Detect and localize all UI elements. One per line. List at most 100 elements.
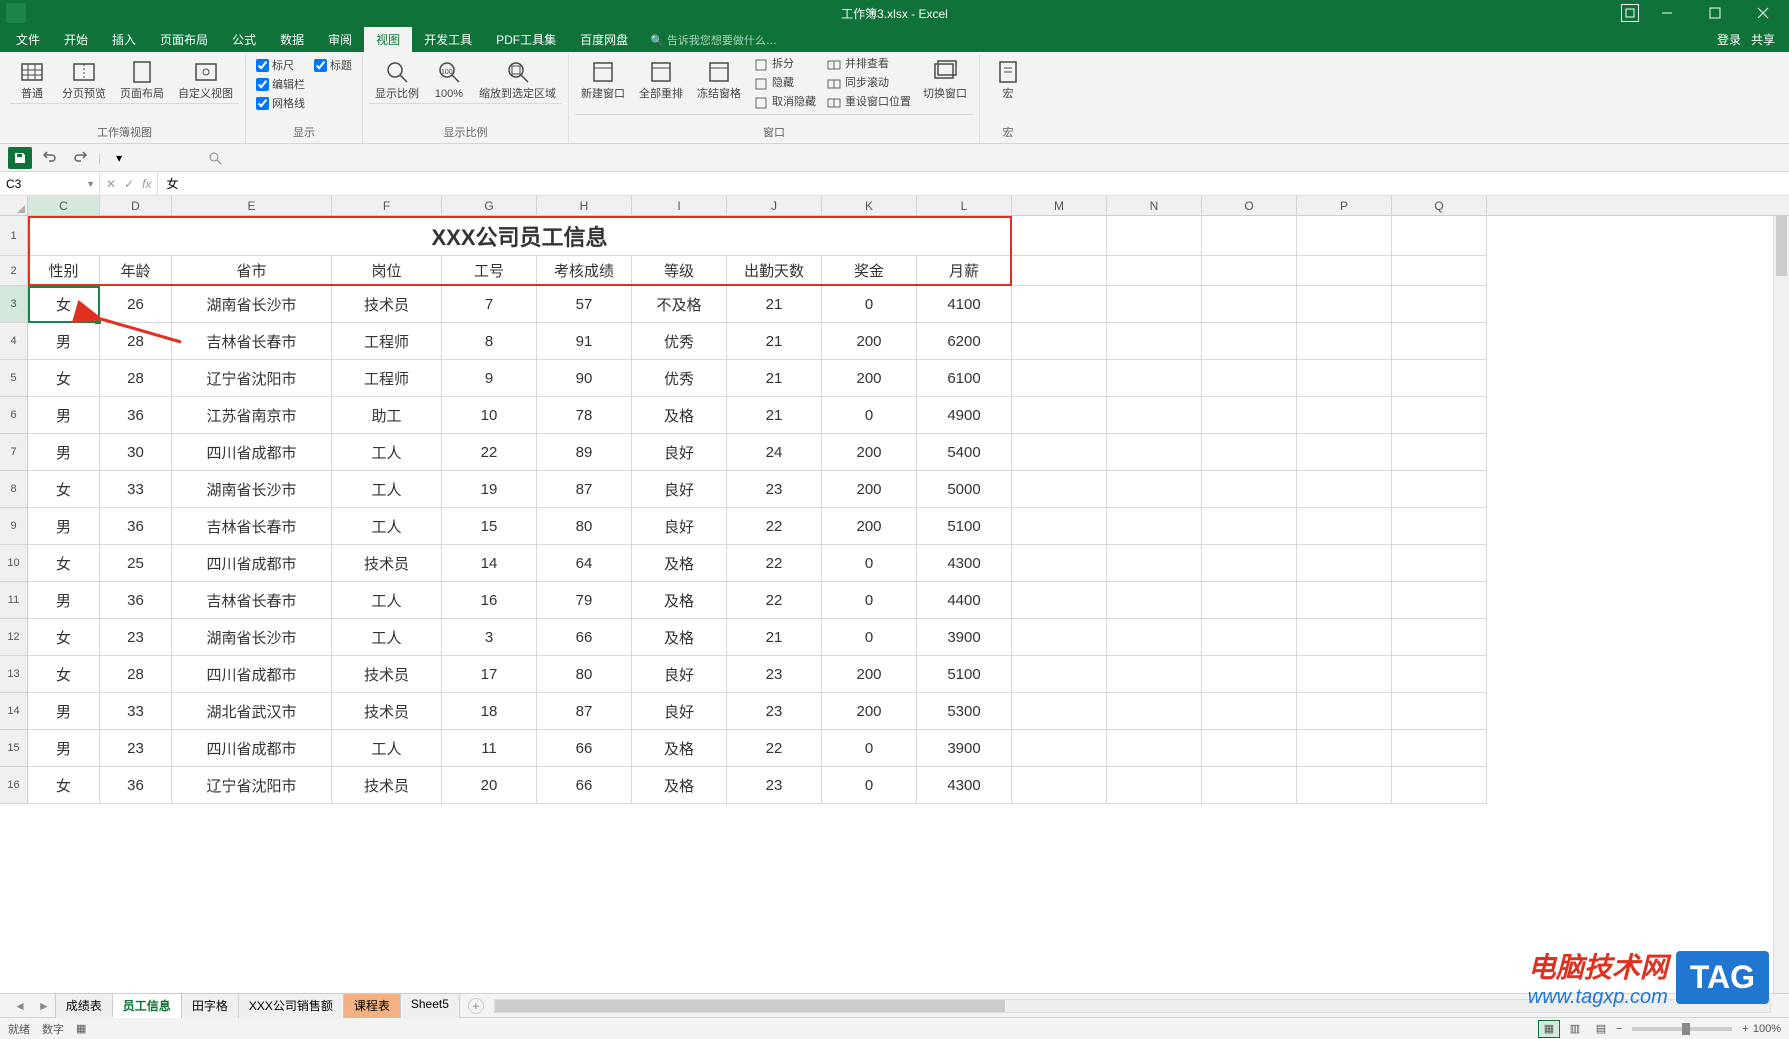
save-button[interactable]	[8, 147, 32, 169]
ribbon-tab-插入[interactable]: 插入	[100, 27, 148, 52]
cell[interactable]: 5000	[917, 471, 1012, 507]
cell[interactable]	[1012, 767, 1107, 803]
cell[interactable]: 6200	[917, 323, 1012, 359]
cell[interactable]: 200	[822, 360, 917, 396]
cell[interactable]: 男	[28, 434, 100, 470]
cell[interactable]: 江苏省南京市	[172, 397, 332, 433]
cell[interactable]: XXX公司员工信息	[28, 216, 1012, 255]
column-header-F[interactable]: F	[332, 196, 442, 215]
cell[interactable]: 吉林省长春市	[172, 582, 332, 618]
cell[interactable]: 年龄	[100, 256, 172, 285]
cell[interactable]	[1392, 256, 1487, 285]
ribbon-tab-审阅[interactable]: 审阅	[316, 27, 364, 52]
cell[interactable]	[1297, 730, 1392, 766]
cell[interactable]	[1012, 286, 1107, 322]
cell[interactable]: 7	[442, 286, 537, 322]
ribbon-tab-数据[interactable]: 数据	[268, 27, 316, 52]
cell[interactable]: 4900	[917, 397, 1012, 433]
cell[interactable]: 64	[537, 545, 632, 581]
cell[interactable]: 30	[100, 434, 172, 470]
row-header-16[interactable]: 16	[0, 767, 27, 804]
view-普通-button[interactable]: 普通	[10, 54, 54, 103]
cell[interactable]	[1392, 397, 1487, 433]
cell[interactable]	[1012, 582, 1107, 618]
cell[interactable]: 男	[28, 730, 100, 766]
cell[interactable]: 工人	[332, 471, 442, 507]
cell[interactable]	[1202, 656, 1297, 692]
cells-area[interactable]: XXX公司员工信息性别年龄省市岗位工号考核成绩等级出勤天数奖金月薪女26湖南省长…	[28, 216, 1487, 804]
cell[interactable]	[1012, 545, 1107, 581]
cell[interactable]: 0	[822, 397, 917, 433]
row-header-12[interactable]: 12	[0, 619, 27, 656]
cell[interactable]	[1297, 397, 1392, 433]
cell[interactable]	[1202, 545, 1297, 581]
qat-search-icon[interactable]	[203, 147, 227, 169]
cell[interactable]	[1202, 767, 1297, 803]
cell[interactable]: 良好	[632, 693, 727, 729]
enter-icon[interactable]: ✓	[124, 177, 134, 191]
cell[interactable]	[1107, 582, 1202, 618]
cell[interactable]	[1297, 656, 1392, 692]
cell[interactable]: 助工	[332, 397, 442, 433]
cell[interactable]: 工人	[332, 434, 442, 470]
cell[interactable]	[1202, 471, 1297, 507]
column-header-O[interactable]: O	[1202, 196, 1297, 215]
cell[interactable]: 及格	[632, 619, 727, 655]
cell[interactable]	[1012, 216, 1107, 255]
cell[interactable]: 四川省成都市	[172, 656, 332, 692]
cell[interactable]: 66	[537, 619, 632, 655]
cell[interactable]: 22	[727, 582, 822, 618]
cell[interactable]: 20	[442, 767, 537, 803]
cell[interactable]: 吉林省长春市	[172, 323, 332, 359]
cell[interactable]: 200	[822, 656, 917, 692]
cell[interactable]: 23	[100, 730, 172, 766]
cell[interactable]	[1012, 397, 1107, 433]
cell[interactable]: 200	[822, 471, 917, 507]
cell[interactable]	[1107, 471, 1202, 507]
cell[interactable]	[1202, 286, 1297, 322]
row-header-9[interactable]: 9	[0, 508, 27, 545]
window-重设窗口位置-button[interactable]: 重设窗口位置	[822, 94, 915, 112]
cell[interactable]: 200	[822, 508, 917, 544]
cell[interactable]: 及格	[632, 767, 727, 803]
cell[interactable]	[1202, 256, 1297, 285]
cell[interactable]: 女	[28, 545, 100, 581]
cell[interactable]: 24	[727, 434, 822, 470]
ribbon-display-options-icon[interactable]	[1621, 4, 1639, 22]
cell[interactable]: 良好	[632, 471, 727, 507]
chevron-down-icon[interactable]: ▼	[86, 179, 95, 189]
cell[interactable]: 15	[442, 508, 537, 544]
cell[interactable]	[1202, 582, 1297, 618]
cell[interactable]: 14	[442, 545, 537, 581]
cell[interactable]: 女	[28, 471, 100, 507]
cell[interactable]: 0	[822, 545, 917, 581]
cell[interactable]: 0	[822, 767, 917, 803]
cell[interactable]	[1012, 656, 1107, 692]
zoom-out-button[interactable]: −	[1616, 1023, 1622, 1035]
cell[interactable]	[1107, 730, 1202, 766]
cell[interactable]: 4400	[917, 582, 1012, 618]
column-header-Q[interactable]: Q	[1392, 196, 1487, 215]
cell[interactable]: 女	[28, 656, 100, 692]
cell[interactable]	[1392, 767, 1487, 803]
cell[interactable]: 22	[442, 434, 537, 470]
cell[interactable]: 28	[100, 656, 172, 692]
cell[interactable]	[1297, 256, 1392, 285]
cell[interactable]	[1012, 256, 1107, 285]
view-分页预览-button[interactable]: 分页预览	[56, 54, 112, 103]
sheet-tab-课程表[interactable]: 课程表	[343, 993, 401, 1018]
cell[interactable]: 80	[537, 508, 632, 544]
row-header-6[interactable]: 6	[0, 397, 27, 434]
zoom-slider[interactable]	[1632, 1027, 1732, 1031]
page-break-view-button[interactable]: ▤	[1590, 1020, 1612, 1038]
cell[interactable]: 9	[442, 360, 537, 396]
cell[interactable]: 及格	[632, 582, 727, 618]
cell[interactable]: 男	[28, 508, 100, 544]
cell[interactable]: 23	[727, 767, 822, 803]
cell[interactable]: 湖北省武汉市	[172, 693, 332, 729]
cell[interactable]	[1107, 767, 1202, 803]
cell[interactable]	[1297, 286, 1392, 322]
cell[interactable]: 女	[28, 767, 100, 803]
cell[interactable]: 89	[537, 434, 632, 470]
cell[interactable]	[1392, 434, 1487, 470]
